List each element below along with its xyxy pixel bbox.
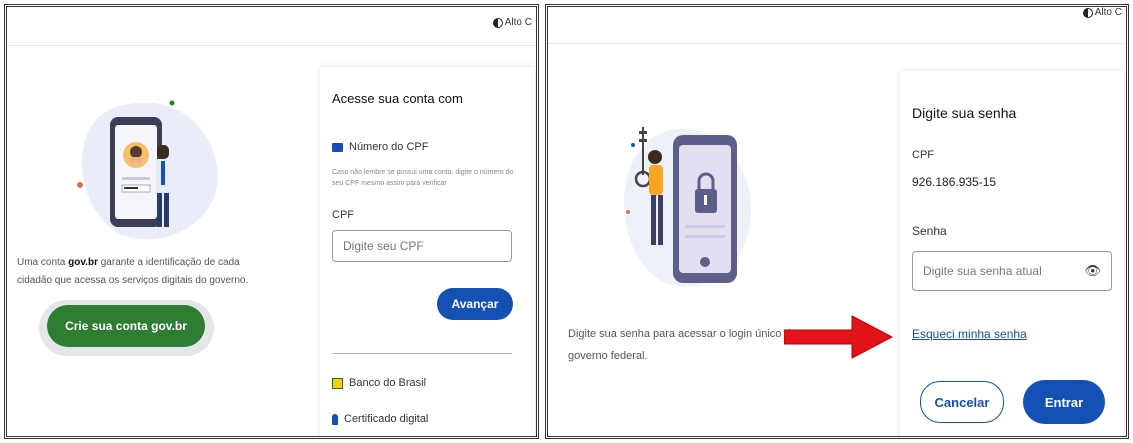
cpf-option[interactable]: Número do CPF xyxy=(332,141,428,153)
card-title: Digite sua senha xyxy=(912,105,1017,121)
divider xyxy=(332,353,512,354)
top-bar: Alto C xyxy=(7,7,536,46)
enter-button[interactable]: Entrar xyxy=(1023,380,1105,424)
top-bar: Alto C xyxy=(548,7,1126,44)
cancel-button[interactable]: Cancelar xyxy=(920,381,1004,423)
login-screen-left: Alto C Uma conta gov.br garante a identi… xyxy=(4,4,539,439)
high-contrast-toggle[interactable]: Alto C xyxy=(1082,7,1122,18)
certificate-option[interactable]: Certificado digital xyxy=(332,413,428,425)
card-title: Acesse sua conta com xyxy=(332,91,463,106)
bank-option-label: Banco do Brasil xyxy=(349,377,427,389)
login-screen-right: Alto C Digite sua senha para acessar o l… xyxy=(545,4,1129,439)
intro-line2: governo federal. xyxy=(568,350,648,362)
cpf-label: CPF xyxy=(332,209,354,221)
contrast-icon xyxy=(492,17,503,28)
intro-text-line2: cidadão que acessa os serviços digitais … xyxy=(17,275,249,286)
intro-text-bold: gov.br xyxy=(68,257,98,268)
cpf-hint-line2: seu CPF mesmo assim para verificar xyxy=(332,180,447,187)
banco-do-brasil-icon xyxy=(332,377,343,389)
certificate-option-label: Certificado digital xyxy=(344,413,429,425)
password-input[interactable]: Digite sua senha atual 👁 xyxy=(912,251,1112,291)
phone-user-illustration xyxy=(77,100,218,240)
intro-text-line1: Uma conta gov.br garante a identificação… xyxy=(17,257,240,268)
password-card: Digite sua senha CPF 926.186.935-15 Senh… xyxy=(900,71,1124,436)
contrast-label: Alto C xyxy=(1094,7,1122,18)
phone-lock-illustration xyxy=(624,127,752,287)
cpf-option-label: Número do CPF xyxy=(349,141,429,153)
high-contrast-toggle[interactable]: Alto C xyxy=(492,17,532,28)
contrast-label: Alto C xyxy=(504,17,532,28)
intro-text-rest: garante a identificação de cada xyxy=(97,257,240,268)
cpf-label: CPF xyxy=(912,149,934,161)
create-account-button[interactable]: Crie sua conta gov.br xyxy=(47,305,205,347)
certificate-icon xyxy=(332,413,338,425)
login-card: Acesse sua conta com Número do CPF Caso … xyxy=(320,67,535,436)
cpf-hint-line1: Caso não lembre se possui uma conta, dig… xyxy=(332,169,514,176)
next-button[interactable]: Avançar xyxy=(437,288,513,320)
password-placeholder: Digite sua senha atual xyxy=(923,264,1042,278)
intro-text-part: Uma conta xyxy=(17,257,69,268)
bank-option[interactable]: Banco do Brasil xyxy=(332,377,426,389)
id-card-icon xyxy=(332,142,343,152)
forgot-password-link[interactable]: Esqueci minha senha xyxy=(912,327,1027,341)
cpf-value: 926.186.935-15 xyxy=(912,175,997,189)
cpf-placeholder: Digite seu CPF xyxy=(343,239,424,253)
eye-slash-icon[interactable]: 👁 xyxy=(1084,263,1101,279)
cpf-input[interactable]: Digite seu CPF xyxy=(332,230,512,262)
password-label: Senha xyxy=(912,224,947,238)
intro-line1: Digite sua senha para acessar o login ún… xyxy=(568,328,797,340)
contrast-icon xyxy=(1082,7,1093,18)
red-arrow-annotation xyxy=(784,315,894,359)
